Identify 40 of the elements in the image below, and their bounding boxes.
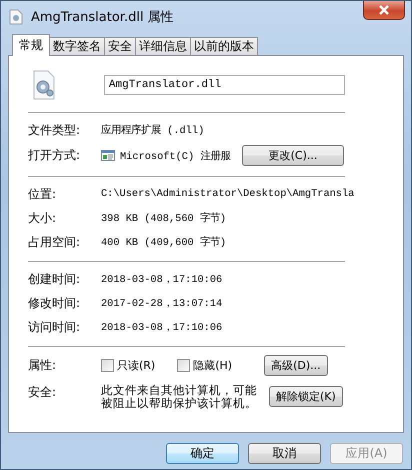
field-label: 位置: — [28, 186, 58, 202]
field-value: 2018-03-08，17:10:06 — [101, 321, 222, 334]
field-label: 创建时间: — [28, 270, 82, 288]
change-button[interactable]: 更改(C)... — [242, 145, 344, 166]
tab[interactable]: 安全 — [104, 37, 136, 55]
field-value: 398 KB (408,560 字节) — [101, 211, 226, 225]
field-label: 属性: — [28, 357, 58, 374]
field-value: 应用程序扩展 (.dll) — [101, 123, 204, 137]
field-label: 安全: — [28, 384, 58, 401]
gear-file-icon — [32, 70, 56, 100]
field-label: 访问时间: — [28, 318, 82, 336]
field-value: 2017-02-28，13:07:14 — [101, 297, 222, 310]
window-title: AmgTranslator.dll 属性 — [31, 8, 174, 26]
field-value: C:\Users\Administrator\Desktop\AmgTransla — [101, 188, 354, 200]
tab[interactable]: 详细信息 — [135, 37, 191, 55]
field-label: 打开方式: — [28, 147, 82, 164]
field-label: 大小: — [28, 210, 58, 226]
field-label: 文件类型: — [28, 122, 82, 138]
dialog-button[interactable]: 确定 — [166, 443, 239, 464]
field-value: 2018-03-08，17:10:06 — [101, 273, 222, 286]
field-value: Microsoft(C) 注册服 — [120, 149, 232, 162]
field-label: 占用空间: — [28, 234, 82, 250]
close-button[interactable] — [363, 1, 405, 20]
close-icon — [378, 5, 390, 15]
file-name-field[interactable]: AmgTranslator.dll — [104, 75, 345, 95]
security-message: 此文件来自其他计算机，可能被阻止以帮助保护该计算机。 — [101, 384, 258, 410]
checkbox-label[interactable]: 只读(R) — [117, 358, 156, 373]
unblock-button[interactable]: 解除锁定(K) — [269, 386, 343, 407]
dialog-button[interactable]: 取消 — [248, 443, 321, 464]
checkbox[interactable] — [177, 359, 190, 372]
tab[interactable]: 常规 — [12, 34, 50, 56]
field-label: 修改时间: — [28, 294, 82, 312]
file-icon — [9, 8, 23, 24]
advanced-button[interactable]: 高级(D)... — [264, 355, 328, 376]
tab[interactable]: 数字签名 — [49, 37, 105, 55]
checkbox-label[interactable]: 隐藏(H) — [193, 358, 232, 373]
field-value: 400 KB (409,600 字节) — [101, 235, 226, 249]
checkbox[interactable] — [101, 359, 114, 372]
window-app-icon — [101, 150, 115, 161]
tab[interactable]: 以前的版本 — [190, 37, 258, 55]
